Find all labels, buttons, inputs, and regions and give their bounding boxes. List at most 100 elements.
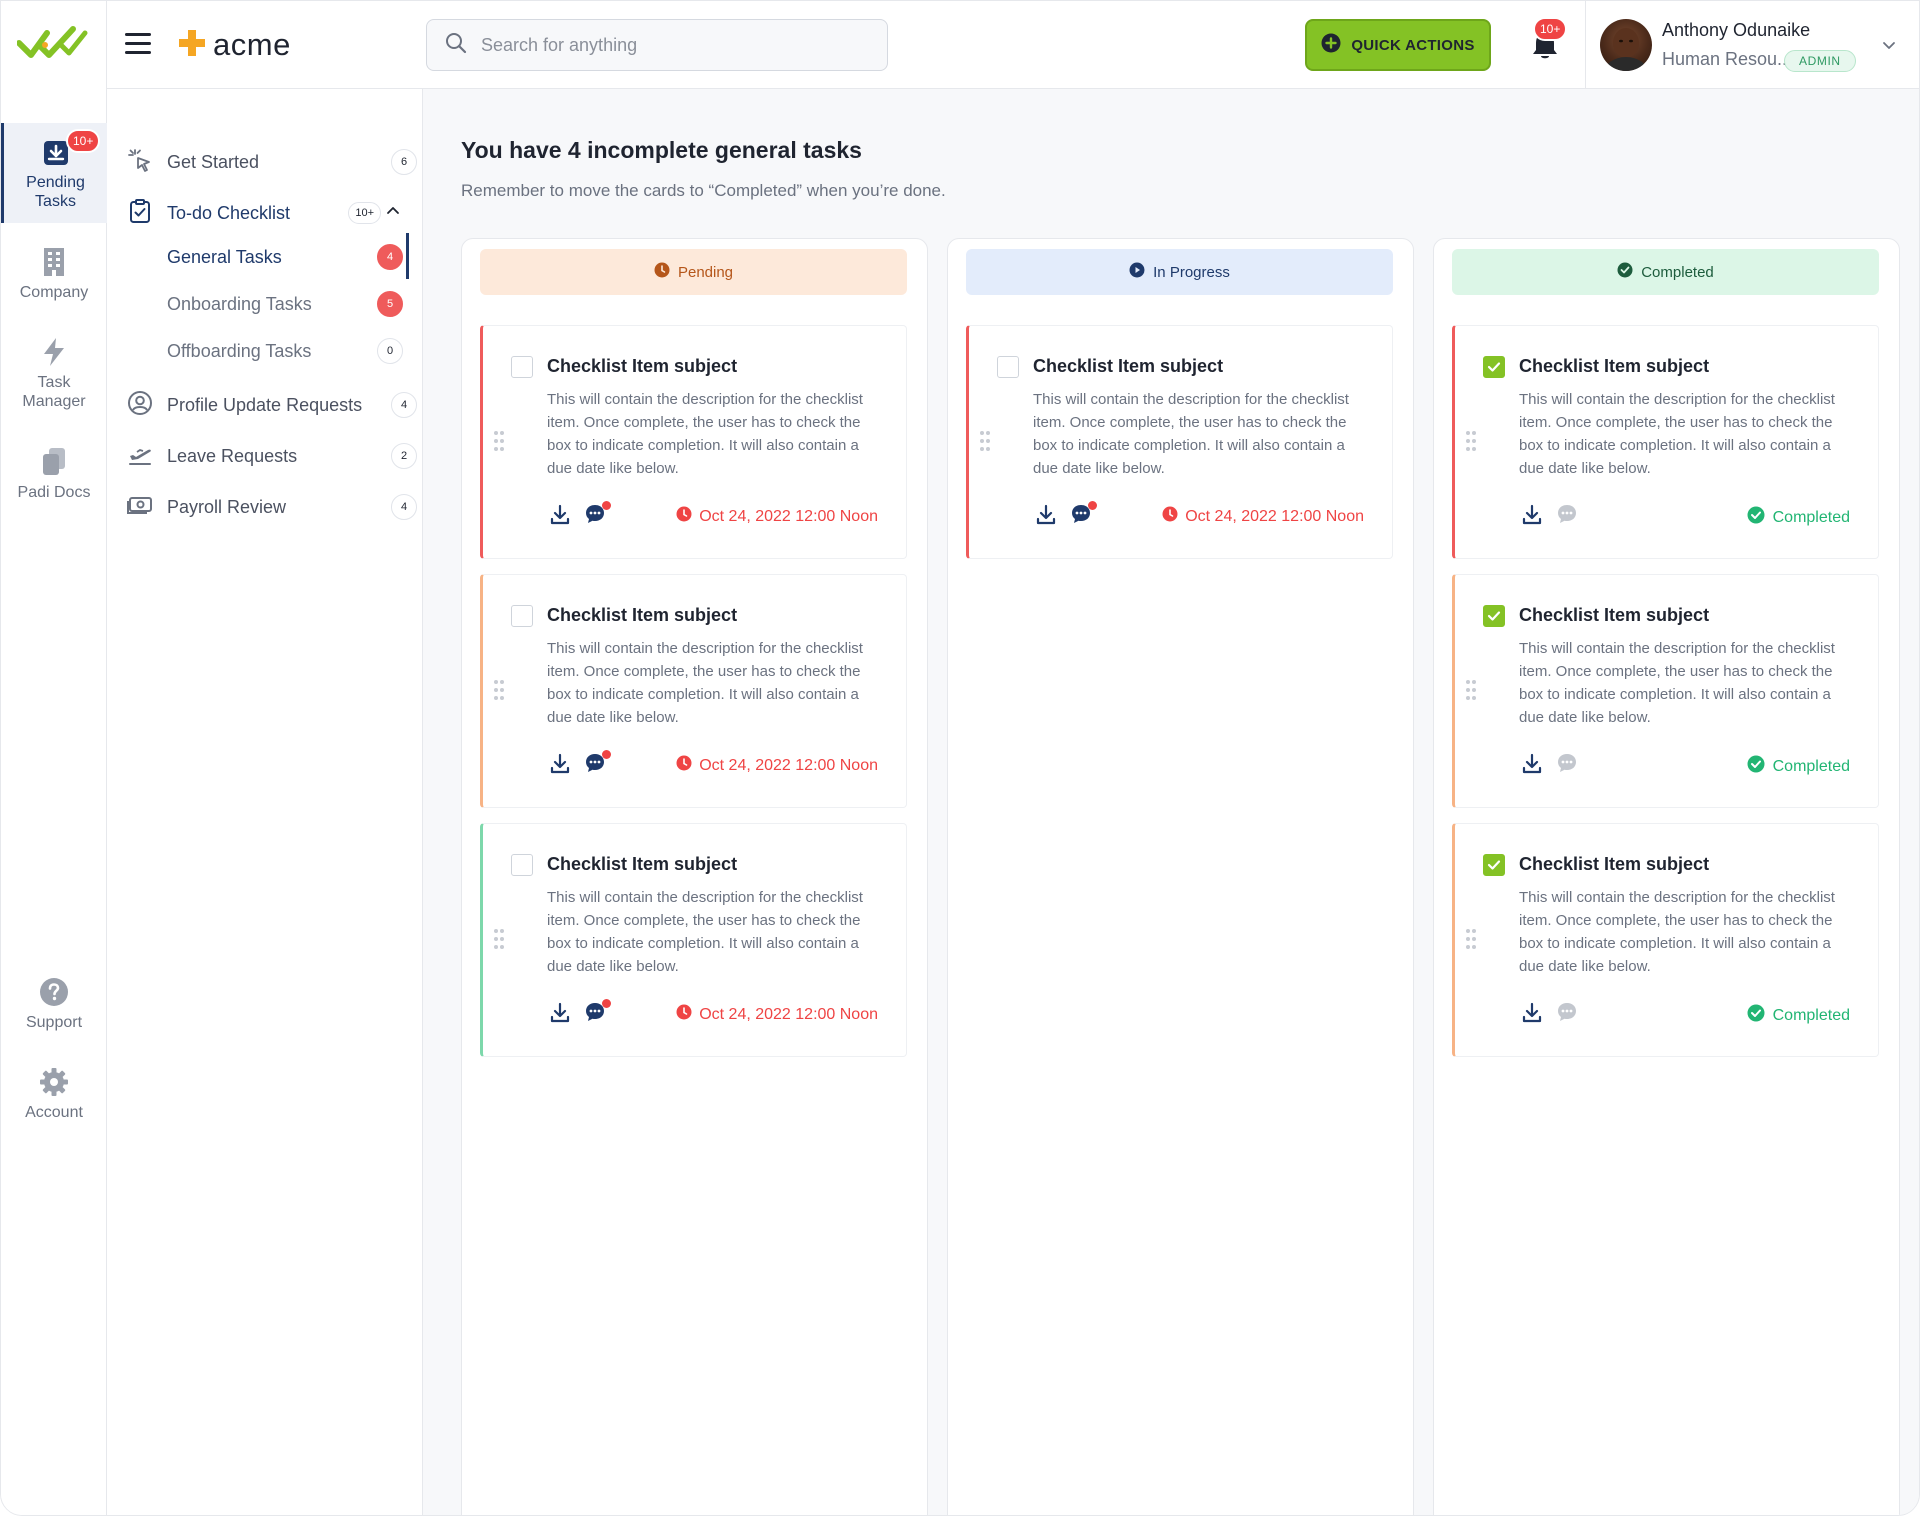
count-badge: 2 bbox=[391, 443, 417, 469]
task-card[interactable]: Checklist Item subject This will contain… bbox=[480, 574, 907, 808]
unread-dot bbox=[1088, 501, 1097, 510]
card-title: Checklist Item subject bbox=[1033, 356, 1224, 376]
submenu-subitem-onboarding-tasks[interactable]: Onboarding Tasks 5 bbox=[167, 284, 407, 324]
card-description: This will contain the description for th… bbox=[1033, 391, 1349, 477]
download-icon[interactable] bbox=[1521, 753, 1543, 780]
clock-icon bbox=[676, 755, 692, 776]
submenu-item-profile-update-requests[interactable]: Profile Update Requests 4 bbox=[127, 385, 417, 425]
rail-item-label: Padi Docs bbox=[17, 484, 91, 501]
count-badge: 4 bbox=[391, 392, 417, 418]
hamburger-menu-icon[interactable] bbox=[125, 33, 151, 55]
rail-item-support[interactable]: Support bbox=[1, 977, 107, 1032]
download-icon[interactable] bbox=[1521, 504, 1543, 531]
clipboard-check-icon bbox=[127, 198, 167, 229]
task-card[interactable]: Checklist Item subject This will contain… bbox=[966, 325, 1393, 559]
rail-item-padi-docs[interactable]: Padi Docs bbox=[1, 447, 107, 502]
rail-item-label: Task Manager bbox=[22, 374, 86, 410]
task-checkbox[interactable] bbox=[511, 356, 533, 378]
task-checkbox[interactable] bbox=[1483, 605, 1505, 627]
clock-icon bbox=[654, 262, 670, 282]
rail-item-label: Pending Tasks bbox=[26, 174, 85, 210]
notifications-badge: 10+ bbox=[1533, 17, 1568, 41]
task-card[interactable]: Checklist Item subject This will contain… bbox=[480, 325, 907, 559]
check-circle-icon bbox=[1747, 755, 1765, 778]
brand-logo[interactable]: acme bbox=[177, 27, 291, 63]
search-bar[interactable] bbox=[426, 19, 888, 71]
count-badge: 0 bbox=[377, 338, 403, 364]
page-subtitle: Remember to move the cards to “Completed… bbox=[461, 181, 946, 200]
submenu-item-label: To-do Checklist bbox=[167, 202, 291, 223]
download-icon[interactable] bbox=[1035, 504, 1057, 531]
rail-item-pending-tasks[interactable]: Pending Tasks 10+ bbox=[1, 123, 107, 223]
completed-status: Completed bbox=[1747, 1004, 1850, 1027]
submenu-subitem-label: Onboarding Tasks bbox=[167, 293, 312, 314]
column-label: Completed bbox=[1641, 263, 1714, 281]
documents-icon bbox=[41, 447, 67, 483]
task-card[interactable]: Checklist Item subject This will contain… bbox=[1452, 325, 1879, 559]
quick-actions-label: QUICK ACTIONS bbox=[1351, 36, 1475, 54]
page-title: You have 4 incomplete general tasks bbox=[461, 137, 862, 163]
search-input[interactable] bbox=[481, 34, 861, 56]
submenu-item-payroll-review[interactable]: Payroll Review 4 bbox=[127, 487, 417, 527]
rail-item-company[interactable]: Company bbox=[1, 247, 107, 302]
drag-handle-icon[interactable] bbox=[1465, 679, 1477, 706]
task-checkbox[interactable] bbox=[511, 854, 533, 876]
due-date: Oct 24, 2022 12:00 Noon bbox=[676, 755, 878, 776]
clock-icon bbox=[676, 1004, 692, 1025]
task-card[interactable]: Checklist Item subject This will contain… bbox=[480, 823, 907, 1057]
download-icon[interactable] bbox=[549, 504, 571, 531]
submenu-item-label: Get Started bbox=[167, 151, 260, 172]
submenu-subitem-offboarding-tasks[interactable]: Offboarding Tasks 0 bbox=[167, 331, 407, 371]
drag-handle-icon[interactable] bbox=[979, 430, 991, 457]
rail-item-account[interactable]: Account bbox=[1, 1067, 107, 1122]
submenu-item-label: Payroll Review bbox=[167, 496, 287, 517]
task-card[interactable]: Checklist Item subject This will contain… bbox=[1452, 574, 1879, 808]
comment-icon[interactable] bbox=[1555, 502, 1579, 531]
drag-handle-icon[interactable] bbox=[1465, 928, 1477, 955]
quick-actions-button[interactable]: QUICK ACTIONS bbox=[1305, 19, 1491, 71]
chevron-down-icon[interactable] bbox=[1882, 38, 1896, 57]
section-submenu: Get Started 6 To-do Checklist 10+ Genera… bbox=[107, 89, 423, 1515]
search-icon bbox=[445, 32, 467, 59]
drag-handle-icon[interactable] bbox=[493, 430, 505, 457]
drag-handle-icon[interactable] bbox=[1465, 430, 1477, 457]
drag-handle-icon[interactable] bbox=[493, 679, 505, 706]
unread-dot bbox=[602, 750, 611, 759]
submenu-item-leave-requests[interactable]: Leave Requests 2 bbox=[127, 436, 417, 476]
drag-handle-icon[interactable] bbox=[493, 928, 505, 955]
due-date-text: Oct 24, 2022 12:00 Noon bbox=[699, 756, 878, 774]
download-icon[interactable] bbox=[1521, 1002, 1543, 1029]
download-icon[interactable] bbox=[549, 1002, 571, 1029]
submenu-item-get-started[interactable]: Get Started 6 bbox=[127, 142, 417, 182]
plane-takeoff-icon bbox=[127, 441, 167, 472]
submenu-item-todo-checklist[interactable]: To-do Checklist 10+ bbox=[127, 193, 417, 233]
task-checkbox[interactable] bbox=[1483, 854, 1505, 876]
due-date-text: Oct 24, 2022 12:00 Noon bbox=[699, 507, 878, 525]
task-checkbox[interactable] bbox=[511, 605, 533, 627]
card-title: Checklist Item subject bbox=[1519, 854, 1710, 874]
task-checkbox[interactable] bbox=[1483, 356, 1505, 378]
submenu-subitem-general-tasks[interactable]: General Tasks 4 bbox=[167, 237, 407, 277]
user-circle-icon bbox=[127, 390, 167, 421]
checkmark-logo[interactable] bbox=[16, 23, 89, 63]
app-window: Pending Tasks 10+ Company Task Manager P… bbox=[0, 0, 1920, 1516]
count-badge: 4 bbox=[377, 244, 403, 270]
active-indicator bbox=[406, 233, 409, 279]
task-card[interactable]: Checklist Item subject This will contain… bbox=[1452, 823, 1879, 1057]
rail-item-task-manager[interactable]: Task Manager bbox=[1, 337, 107, 411]
card-title: Checklist Item subject bbox=[547, 854, 738, 874]
column-label: In Progress bbox=[1153, 263, 1230, 281]
left-rail: Pending Tasks 10+ Company Task Manager P… bbox=[1, 1, 107, 1515]
card-description: This will contain the description for th… bbox=[547, 889, 863, 975]
lightning-icon bbox=[41, 337, 67, 373]
comment-icon[interactable] bbox=[1555, 751, 1579, 780]
download-icon[interactable] bbox=[549, 753, 571, 780]
completed-status: Completed bbox=[1747, 506, 1850, 529]
task-checkbox[interactable] bbox=[997, 356, 1019, 378]
card-title: Checklist Item subject bbox=[547, 356, 738, 376]
user-menu[interactable]: Anthony Odunaike Human Resou... ADMIN bbox=[1585, 1, 1919, 89]
chevron-up-icon[interactable] bbox=[385, 203, 415, 224]
comment-icon[interactable] bbox=[1555, 1000, 1579, 1029]
plus-logo-icon bbox=[177, 28, 207, 63]
due-date: Oct 24, 2022 12:00 Noon bbox=[1162, 506, 1364, 527]
